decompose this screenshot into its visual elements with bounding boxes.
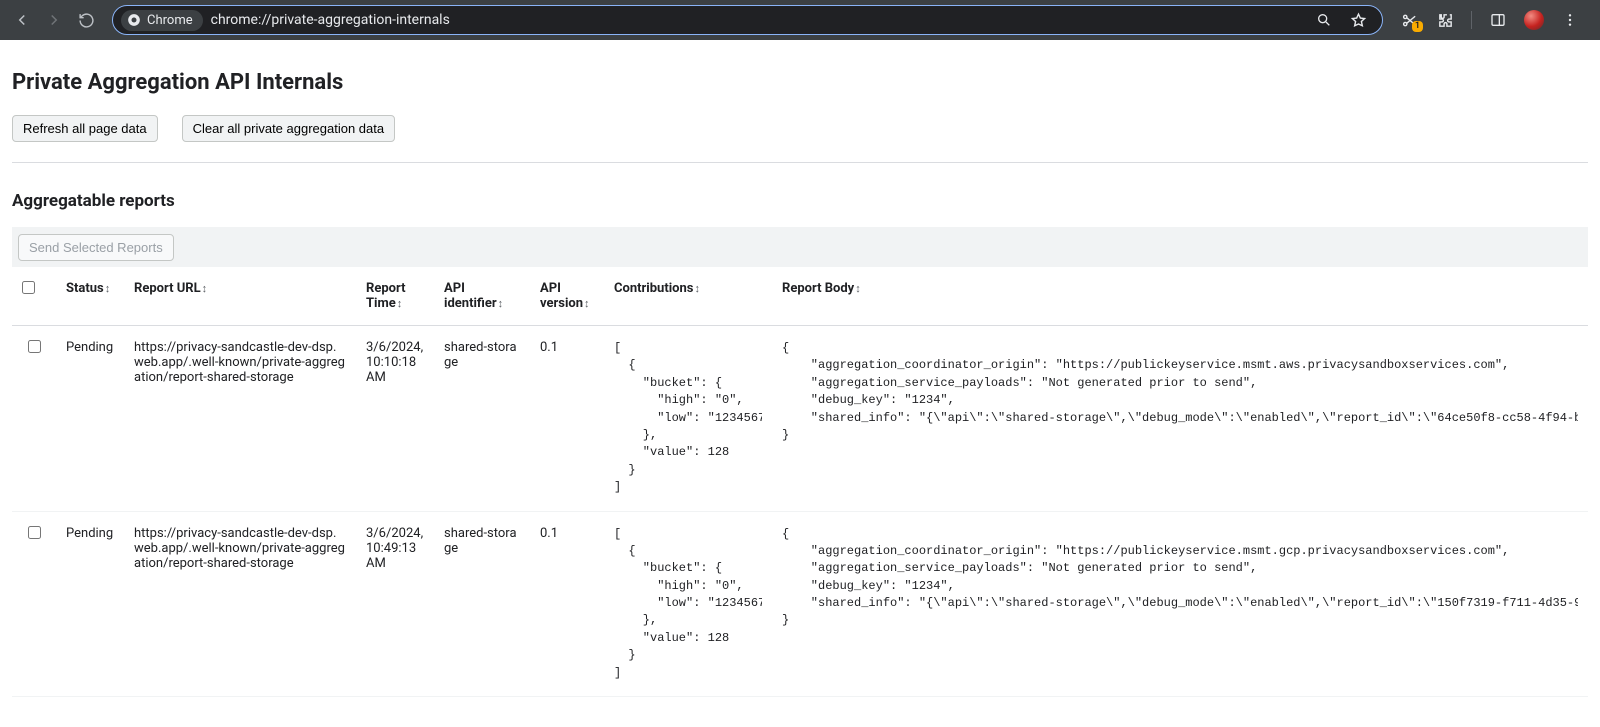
select-all-header: [12, 267, 56, 326]
section-toolbar: Send Selected Reports: [12, 227, 1588, 267]
api-version: 0.1: [530, 326, 604, 512]
send-selected-button[interactable]: Send Selected Reports: [18, 234, 174, 261]
row-select-checkbox[interactable]: [28, 340, 41, 353]
api-version-header[interactable]: API version: [530, 267, 604, 326]
contributions-header[interactable]: Contributions: [604, 267, 772, 326]
status-text: Pending: [66, 340, 113, 355]
row-select-checkbox[interactable]: [28, 526, 41, 539]
contributions-text: [ { "bucket": { "high": "0", "low": "123…: [614, 526, 762, 683]
report-url: https://privacy-sandcastle-dev-dsp.web.a…: [124, 511, 356, 697]
profile-button[interactable]: [1520, 6, 1548, 34]
status-header[interactable]: Status: [56, 267, 124, 326]
toolbar-actions: 1: [1395, 6, 1592, 34]
toolbar-separator: [1471, 11, 1472, 29]
contributions-text: [ { "bucket": { "high": "0", "low": "123…: [614, 340, 762, 497]
page-actions: Refresh all page data Clear all private …: [12, 115, 1588, 142]
chrome-icon: [127, 13, 141, 27]
page-content: Private Aggregation API Internals Refres…: [0, 40, 1600, 727]
status: Pending: [56, 511, 124, 697]
extensions-button[interactable]: [1431, 6, 1459, 34]
extension-badge: 1: [1412, 21, 1423, 32]
section-title: Aggregatable reports: [12, 191, 1588, 211]
clear-button[interactable]: Clear all private aggregation data: [182, 115, 396, 142]
forward-button[interactable]: [40, 6, 68, 34]
api-identifier-text: shared-storage: [444, 526, 517, 556]
report-time-text: 3/6/2024, 10:49:13 AM: [366, 526, 423, 571]
api-identifier-header[interactable]: API identifier: [434, 267, 530, 326]
report-url-text: https://privacy-sandcastle-dev-dsp.web.a…: [134, 526, 345, 571]
zoom-icon: [1316, 12, 1332, 28]
api-version: 0.1: [530, 511, 604, 697]
reload-icon: [78, 12, 95, 29]
chrome-chip-label: Chrome: [147, 13, 193, 28]
row-select-cell: [12, 326, 56, 512]
select-all-checkbox[interactable]: [22, 281, 35, 294]
puzzle-icon: [1437, 12, 1454, 29]
api-version-text: 0.1: [540, 526, 558, 541]
report-body-text: { "aggregation_coordinator_origin": "htt…: [782, 340, 1578, 444]
chrome-chip: Chrome: [121, 10, 203, 31]
sidepanel-button[interactable]: [1484, 6, 1512, 34]
report-body: { "aggregation_coordinator_origin": "htt…: [772, 326, 1588, 512]
sidepanel-icon: [1490, 12, 1506, 28]
report-time-text: 3/6/2024, 10:10:18 AM: [366, 340, 423, 385]
back-button[interactable]: [8, 6, 36, 34]
menu-button[interactable]: [1556, 6, 1584, 34]
status-text: Pending: [66, 526, 113, 541]
avatar-icon: [1524, 10, 1544, 30]
kebab-icon: [1562, 12, 1578, 28]
browser-toolbar: Chrome chrome://private-aggregation-inte…: [0, 0, 1600, 40]
api-identifier-text: shared-storage: [444, 340, 517, 370]
divider: [12, 162, 1588, 163]
report-body-header[interactable]: Report Body: [772, 267, 1588, 326]
report-time-header[interactable]: Report Time: [356, 267, 434, 326]
table-header-row: Status Report URL Report Time API identi…: [12, 267, 1588, 326]
reload-button[interactable]: [72, 6, 100, 34]
api-identifier: shared-storage: [434, 511, 530, 697]
arrow-right-icon: [45, 11, 63, 29]
contributions: [ { "bucket": { "high": "0", "low": "123…: [604, 511, 772, 697]
table-row: Pending https://privacy-sandcastle-dev-ds…: [12, 511, 1588, 697]
contributions: [ { "bucket": { "high": "0", "low": "123…: [604, 326, 772, 512]
report-body-text: { "aggregation_coordinator_origin": "htt…: [782, 526, 1578, 630]
star-icon: [1350, 12, 1367, 29]
url-text: chrome://private-aggregation-internals: [211, 12, 450, 28]
report-time: 3/6/2024, 10:10:18 AM: [356, 326, 434, 512]
row-select-cell: [12, 511, 56, 697]
report-body: { "aggregation_coordinator_origin": "htt…: [772, 511, 1588, 697]
omnibox[interactable]: Chrome chrome://private-aggregation-inte…: [112, 5, 1383, 35]
arrow-left-icon: [13, 11, 31, 29]
report-time: 3/6/2024, 10:49:13 AM: [356, 511, 434, 697]
bookmark-button[interactable]: [1344, 6, 1372, 34]
table-row: Pending https://privacy-sandcastle-dev-ds…: [12, 326, 1588, 512]
page-title: Private Aggregation API Internals: [12, 70, 1588, 95]
report-url: https://privacy-sandcastle-dev-dsp.web.a…: [124, 326, 356, 512]
report-url-header[interactable]: Report URL: [124, 267, 356, 326]
reports-table: Status Report URL Report Time API identi…: [12, 267, 1588, 697]
extension-button[interactable]: 1: [1395, 6, 1423, 34]
refresh-button[interactable]: Refresh all page data: [12, 115, 158, 142]
report-url-text: https://privacy-sandcastle-dev-dsp.web.a…: [134, 340, 345, 385]
api-identifier: shared-storage: [434, 326, 530, 512]
status: Pending: [56, 326, 124, 512]
zoom-icon-button[interactable]: [1310, 6, 1338, 34]
api-version-text: 0.1: [540, 340, 558, 355]
